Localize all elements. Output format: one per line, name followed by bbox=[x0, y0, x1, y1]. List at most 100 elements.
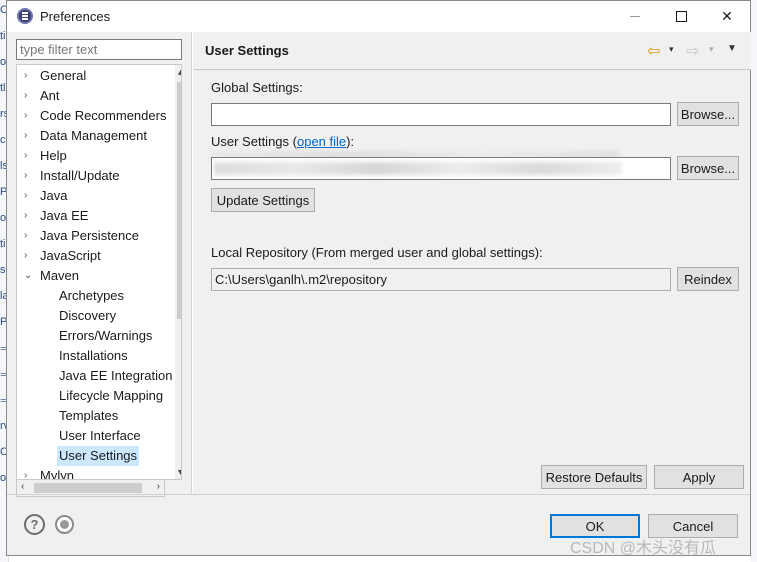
tree-item-label: Java Persistence bbox=[40, 228, 139, 243]
background-glyph: ti bbox=[0, 238, 6, 250]
collapsed-arrow-icon[interactable]: › bbox=[24, 106, 34, 126]
eclipse-app-icon bbox=[17, 8, 33, 24]
tree-item[interactable]: › Install/Update bbox=[17, 166, 167, 186]
tree-item[interactable]: › Java bbox=[17, 186, 167, 206]
apply-button[interactable]: Apply bbox=[654, 465, 744, 489]
local-repository-label: Local Repository (From merged user and g… bbox=[211, 245, 543, 260]
user-settings-field[interactable] bbox=[211, 157, 671, 180]
tree-item-label: Java EE Integration bbox=[59, 368, 173, 383]
tree-item-label: User Settings bbox=[57, 446, 140, 466]
redacted-path bbox=[214, 162, 622, 175]
user-settings-label-prefix: User Settings ( bbox=[211, 134, 297, 149]
tree-item-label: Installations bbox=[59, 348, 128, 363]
collapsed-arrow-icon[interactable]: › bbox=[24, 166, 34, 186]
collapsed-arrow-icon[interactable]: › bbox=[24, 226, 34, 246]
tree-item-label: Maven bbox=[40, 268, 80, 283]
scroll-thumb[interactable] bbox=[177, 82, 181, 319]
tree-item[interactable]: ⌄ Maven bbox=[17, 266, 167, 286]
tree-item-label: Discovery bbox=[59, 308, 117, 323]
import-export-preferences-icon[interactable] bbox=[55, 515, 74, 534]
reindex-button[interactable]: Reindex bbox=[677, 267, 739, 291]
close-button[interactable]: ✕ bbox=[704, 1, 750, 32]
user-settings-browse-button[interactable]: Browse... bbox=[677, 156, 739, 180]
tree-item-label: Errors/Warnings bbox=[59, 328, 153, 343]
update-settings-button[interactable]: Update Settings bbox=[211, 188, 315, 212]
tree-item-label: JavaScript bbox=[40, 248, 101, 263]
scroll-down-icon[interactable]: ▾ bbox=[178, 467, 181, 478]
scroll-left-icon[interactable]: ‹ bbox=[21, 481, 24, 492]
tree-item[interactable]: Archetypes bbox=[17, 286, 167, 306]
back-arrow-icon[interactable]: ⇦ bbox=[647, 41, 660, 61]
footer-separator bbox=[7, 494, 750, 495]
title-bar: Preferences ✕ bbox=[7, 1, 750, 32]
forward-arrow-icon[interactable]: ⇨ bbox=[686, 41, 699, 61]
tree-item-label: Java EE bbox=[40, 208, 89, 223]
forward-dropdown-icon[interactable]: ▾ bbox=[709, 44, 714, 55]
tree-item-label: Install/Update bbox=[40, 168, 120, 183]
collapsed-arrow-icon[interactable]: › bbox=[24, 246, 34, 266]
collapsed-arrow-icon[interactable]: › bbox=[24, 206, 34, 226]
tree-item-label: Ant bbox=[40, 88, 60, 103]
local-repository-field[interactable]: C:\Users\ganlh\.m2\repository bbox=[211, 268, 671, 291]
page-header: User Settings ⇦ ▾ ⇨ ▾ ▼ bbox=[194, 32, 751, 70]
back-dropdown-icon[interactable]: ▾ bbox=[669, 44, 674, 55]
horizontal-scroll-thumb[interactable] bbox=[34, 483, 142, 493]
tree-item[interactable]: Templates bbox=[17, 406, 167, 426]
scroll-up-icon[interactable]: ▴ bbox=[178, 67, 181, 78]
collapsed-arrow-icon[interactable]: › bbox=[24, 146, 34, 166]
page-title: User Settings bbox=[205, 43, 289, 58]
user-settings-label: User Settings (open file): bbox=[211, 134, 354, 149]
user-settings-label-suffix: ): bbox=[346, 134, 355, 149]
close-icon: ✕ bbox=[721, 8, 733, 24]
minimize-button[interactable] bbox=[612, 1, 658, 32]
global-settings-browse-button[interactable]: Browse... bbox=[677, 102, 739, 126]
tree-item[interactable]: Lifecycle Mapping bbox=[17, 386, 167, 406]
collapsed-arrow-icon[interactable]: › bbox=[24, 186, 34, 206]
background-glyph: c bbox=[0, 134, 6, 146]
tree-item-label: User Interface bbox=[59, 428, 141, 443]
tree-item[interactable]: › Ant bbox=[17, 86, 167, 106]
collapsed-arrow-icon[interactable]: › bbox=[24, 66, 34, 86]
collapsed-arrow-icon[interactable]: › bbox=[24, 86, 34, 106]
collapsed-arrow-icon[interactable]: › bbox=[24, 126, 34, 146]
tree-item[interactable]: › Data Management bbox=[17, 126, 167, 146]
background-glyph: tl bbox=[0, 82, 6, 94]
global-settings-field[interactable] bbox=[211, 103, 671, 126]
tree-item-label: Code Recommenders bbox=[40, 108, 167, 123]
tree-item-label: General bbox=[40, 68, 87, 83]
tree-item-label: Archetypes bbox=[59, 288, 125, 303]
preferences-tree[interactable]: › Mylyn User Settings User Interface Templat… bbox=[16, 64, 182, 480]
expanded-arrow-icon[interactable]: ⌄ bbox=[24, 266, 34, 286]
tree-item[interactable]: Installations bbox=[17, 346, 167, 366]
preferences-dialog: Preferences ✕ › Mylyn User Settings User In… bbox=[6, 0, 751, 557]
tree-item-label: Help bbox=[40, 148, 67, 163]
restore-defaults-button[interactable]: Restore Defaults bbox=[541, 465, 647, 489]
window-title: Preferences bbox=[40, 9, 111, 24]
tree-item-label: Mylyn bbox=[40, 468, 74, 480]
background-glyph: s bbox=[0, 264, 6, 276]
open-file-link[interactable]: open file bbox=[297, 134, 346, 149]
tree-item-label: Data Management bbox=[40, 128, 147, 143]
view-menu-icon[interactable]: ▼ bbox=[727, 43, 737, 54]
help-icon[interactable]: ? bbox=[24, 514, 45, 535]
tree-item[interactable]: › JavaScript bbox=[17, 246, 167, 266]
scroll-right-icon[interactable]: › bbox=[157, 481, 160, 492]
tree-item[interactable]: › General bbox=[17, 66, 167, 86]
tree-item[interactable]: Java EE Integration bbox=[17, 366, 172, 386]
tree-item[interactable]: › Mylyn bbox=[17, 466, 167, 480]
tree-item[interactable]: User Interface bbox=[17, 426, 167, 446]
tree-item[interactable]: Discovery bbox=[17, 306, 167, 326]
tree-item[interactable]: › Java EE bbox=[17, 206, 167, 226]
tree-item[interactable]: › Help bbox=[17, 146, 167, 166]
tree-item-label: Java bbox=[40, 188, 68, 203]
tree-item[interactable]: › Java Persistence bbox=[17, 226, 167, 246]
tree-vertical-scrollbar[interactable]: ▴ ▾ bbox=[175, 65, 181, 479]
watermark: CSDN @木头没有瓜 bbox=[570, 540, 717, 557]
tree-item[interactable]: User Settings bbox=[17, 446, 167, 466]
maximize-button[interactable] bbox=[658, 1, 704, 32]
collapsed-arrow-icon[interactable]: › bbox=[24, 466, 34, 479]
tree-item[interactable]: Errors/Warnings bbox=[17, 326, 167, 346]
tree-item[interactable]: › Code Recommenders bbox=[17, 106, 167, 126]
pane-divider[interactable] bbox=[191, 32, 193, 494]
filter-input[interactable] bbox=[16, 39, 182, 60]
